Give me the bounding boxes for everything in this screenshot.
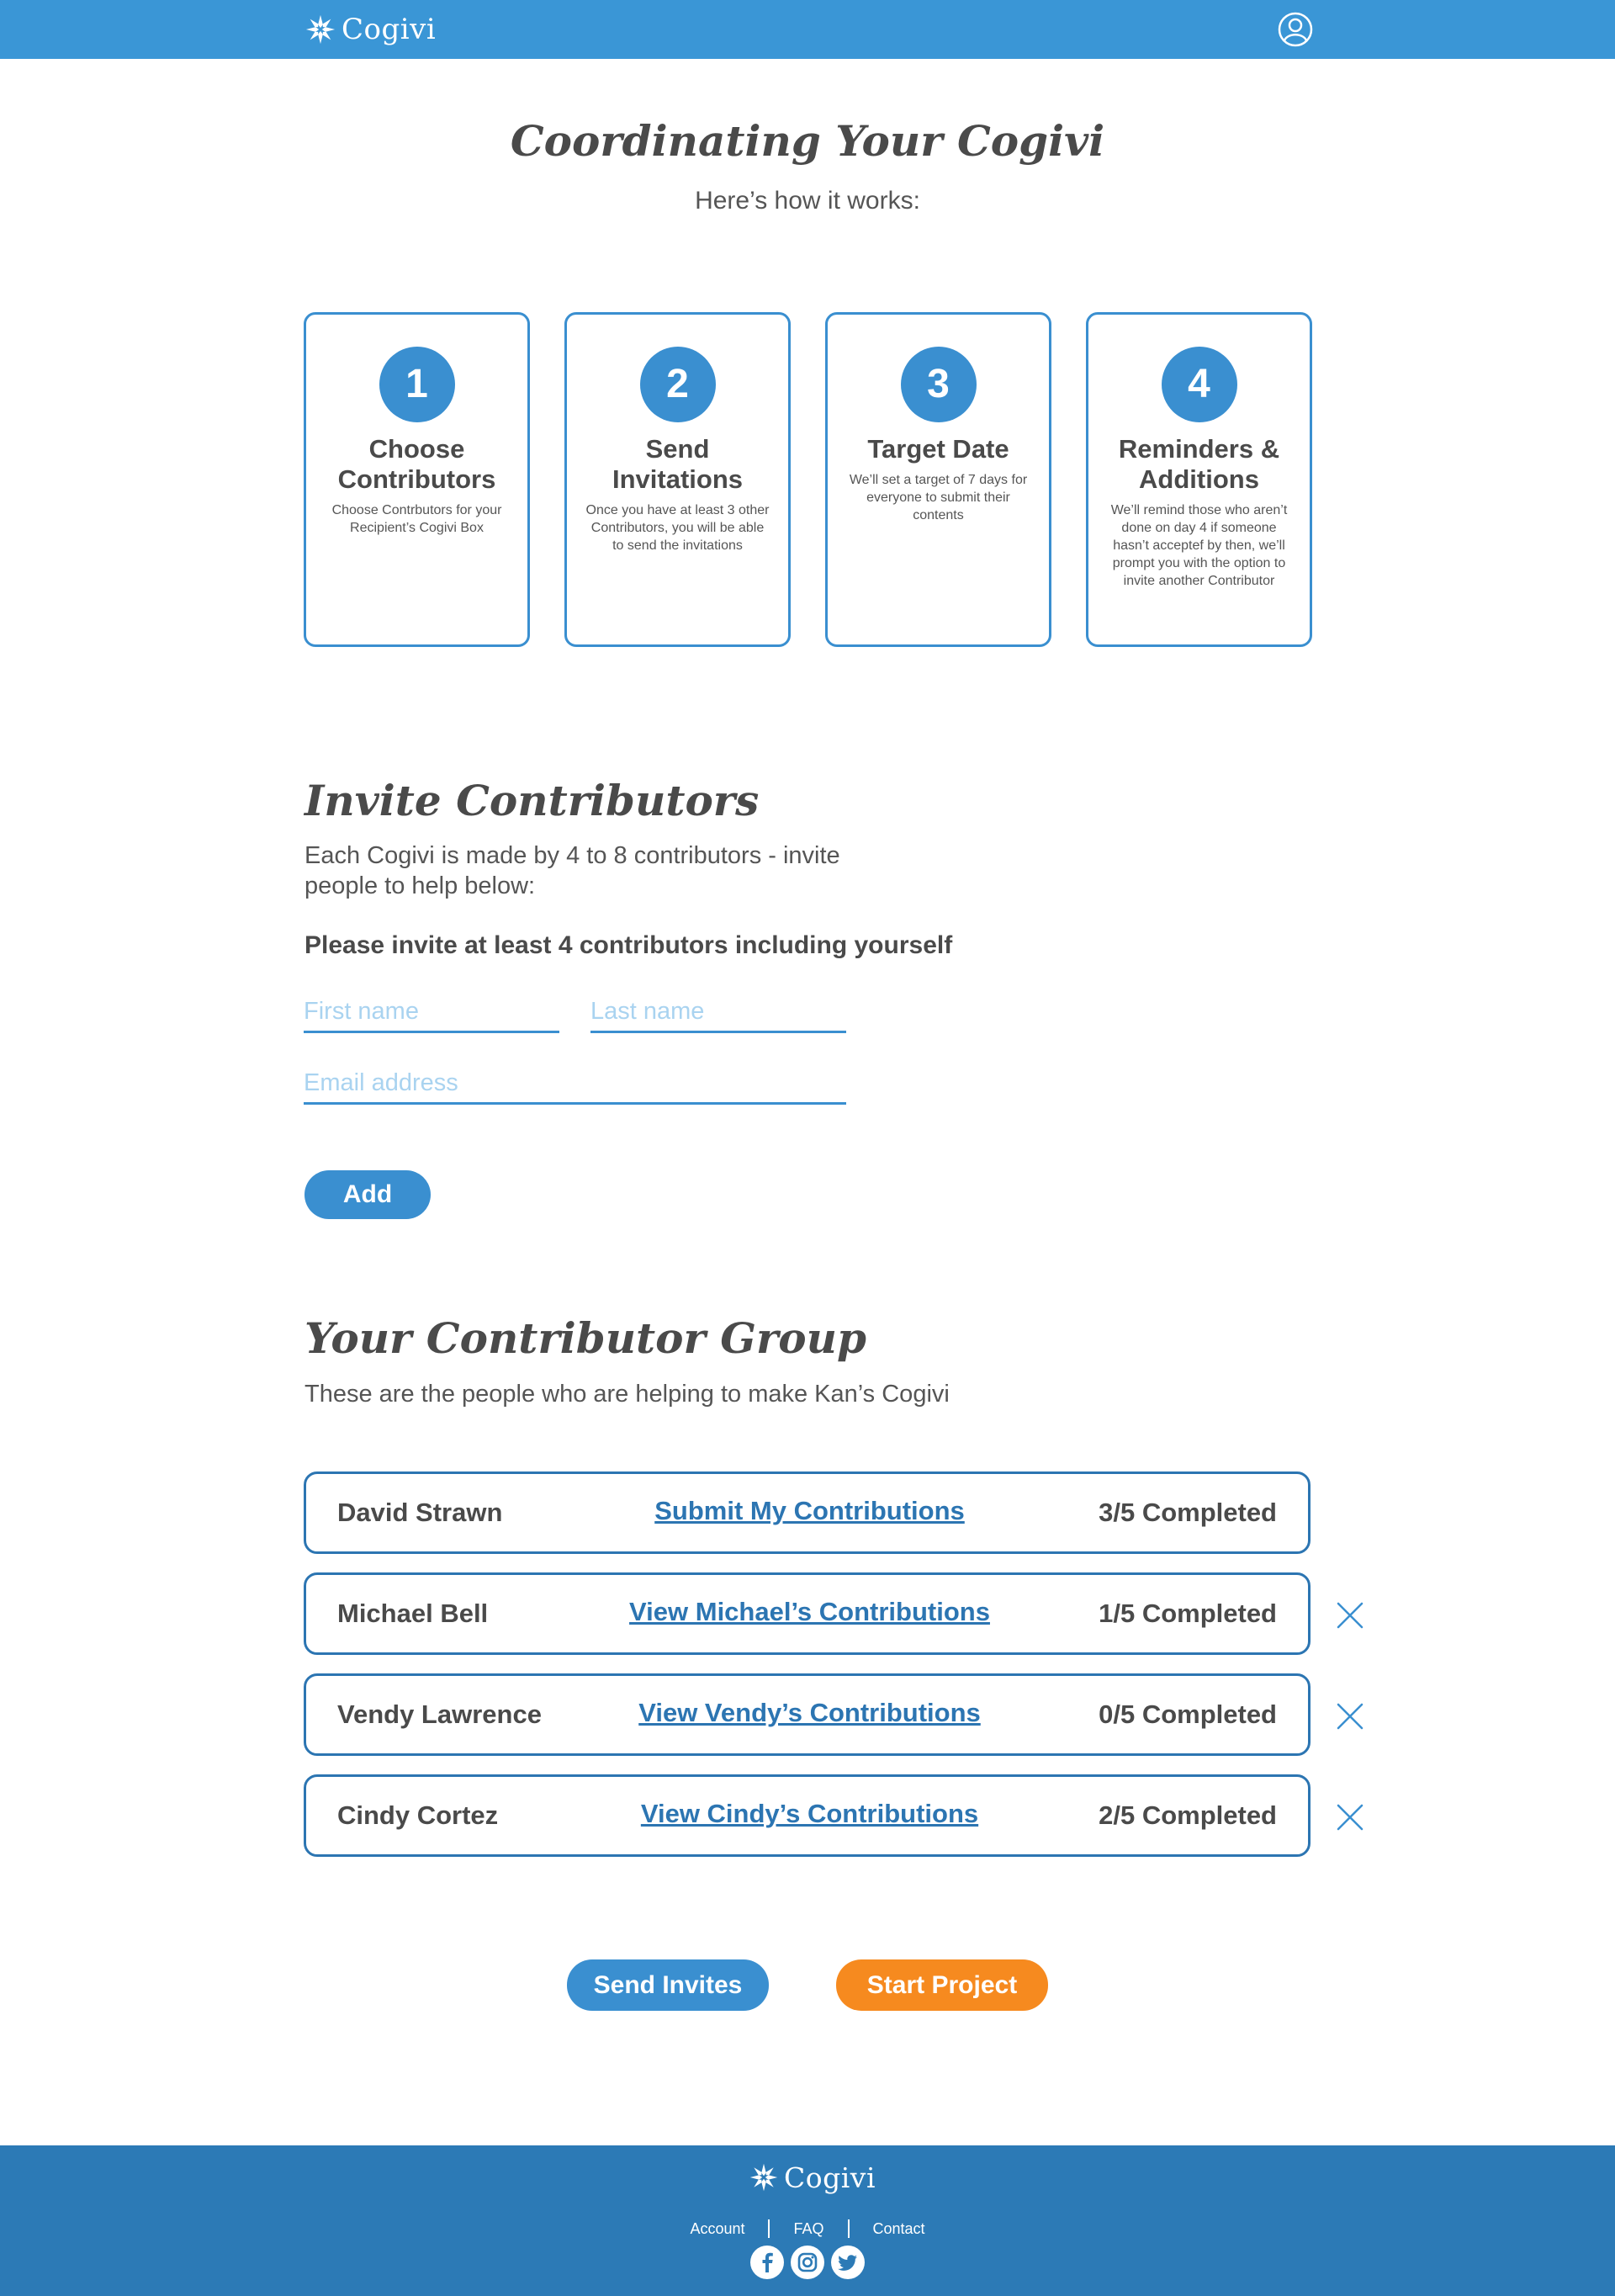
step-card-4: 4 Reminders & Additions We’ll remind tho… bbox=[1086, 312, 1312, 647]
invite-requirement-note: Please invite at least 4 contributors in… bbox=[304, 931, 953, 959]
step-number: 3 bbox=[900, 347, 977, 422]
contributor-name: Michael Bell bbox=[337, 1599, 489, 1628]
group-section-title: Your Contributor Group bbox=[304, 1313, 866, 1363]
page-subtitle: Here’s how it works: bbox=[695, 187, 920, 215]
email-input[interactable] bbox=[304, 1069, 846, 1105]
group-description: These are the people who are helping to … bbox=[304, 1381, 950, 1408]
step-number: 4 bbox=[1161, 347, 1237, 422]
submit-contributions-link[interactable]: Submit My Contributions bbox=[626, 1474, 993, 1548]
view-contributions-link[interactable]: View Michael’s Contributions bbox=[626, 1575, 993, 1649]
invite-section-title: Invite Contributors bbox=[304, 776, 760, 825]
divider bbox=[847, 2219, 850, 2238]
divider bbox=[768, 2219, 770, 2238]
contributor-row: Cindy Cortez View Cindy’s Contributions … bbox=[304, 1774, 1311, 1857]
step-description: Once you have at least 3 other Contribut… bbox=[585, 503, 770, 553]
last-name-input[interactable] bbox=[590, 998, 846, 1033]
contributor-row: Vendy Lawrence View Vendy’s Contribution… bbox=[304, 1673, 1311, 1756]
contributor-name: Cindy Cortez bbox=[337, 1800, 499, 1830]
footer-brand-name: Cogivi bbox=[784, 2161, 876, 2194]
step-card-3: 3 Target Date We’ll set a target of 7 da… bbox=[825, 312, 1051, 647]
step-description: We’ll set a target of 7 days for everyon… bbox=[849, 473, 1028, 522]
contributor-name: Vendy Lawrence bbox=[337, 1699, 542, 1729]
contributor-name: David Strawn bbox=[337, 1498, 503, 1527]
step-number: 2 bbox=[639, 347, 716, 422]
footer-link-faq[interactable]: FAQ bbox=[793, 2220, 823, 2238]
start-project-button[interactable]: Start Project bbox=[836, 1959, 1048, 2011]
facebook-icon[interactable] bbox=[750, 2246, 784, 2279]
brand-name: Cogivi bbox=[342, 13, 437, 46]
view-contributions-link[interactable]: View Cindy’s Contributions bbox=[626, 1777, 993, 1851]
step-number: 1 bbox=[379, 347, 455, 422]
step-title: Choose Contributors bbox=[337, 434, 496, 494]
step-title: Target Date bbox=[867, 434, 1009, 464]
view-contributions-link[interactable]: View Vendy’s Contributions bbox=[626, 1676, 993, 1750]
send-invites-button[interactable]: Send Invites bbox=[567, 1959, 769, 2011]
step-title: Reminders & Additions bbox=[1118, 434, 1280, 494]
close-icon[interactable] bbox=[1336, 1803, 1364, 1832]
twitter-icon[interactable] bbox=[831, 2246, 865, 2279]
footer-brand-logo[interactable]: Cogivi bbox=[749, 2159, 876, 2196]
step-description: Choose Contrbutors for your Recipient’s … bbox=[331, 503, 502, 535]
instagram-icon[interactable] bbox=[791, 2246, 824, 2279]
close-icon[interactable] bbox=[1336, 1601, 1364, 1630]
snowflake-logo-icon bbox=[305, 14, 336, 45]
step-title: Send Invitations bbox=[612, 434, 743, 494]
brand-logo[interactable]: Cogivi bbox=[304, 10, 436, 49]
add-contributor-button[interactable]: Add bbox=[304, 1170, 431, 1219]
completion-status: 0/5 Completed bbox=[1099, 1699, 1277, 1729]
invite-description: Each Cogivi is made by 4 to 8 contributo… bbox=[304, 842, 840, 899]
completion-status: 3/5 Completed bbox=[1099, 1498, 1277, 1527]
footer-nav: Account FAQ Contact bbox=[0, 2219, 1615, 2238]
footer-link-account[interactable]: Account bbox=[690, 2220, 744, 2238]
page-title: Coordinating Your Cogivi bbox=[510, 116, 1105, 166]
first-name-input[interactable] bbox=[304, 998, 559, 1033]
contributor-row: David Strawn Submit My Contributions 3/5… bbox=[304, 1471, 1311, 1554]
step-description: We’ll remind those who aren’t done on da… bbox=[1110, 503, 1288, 588]
step-card-1: 1 Choose Contributors Choose Contrbutors… bbox=[304, 312, 530, 647]
snowflake-logo-icon bbox=[749, 2163, 778, 2192]
completion-status: 2/5 Completed bbox=[1099, 1800, 1277, 1830]
footer-link-contact[interactable]: Contact bbox=[873, 2220, 925, 2238]
user-account-icon[interactable] bbox=[1278, 12, 1313, 47]
top-bar: Cogivi bbox=[0, 0, 1615, 59]
contributor-row: Michael Bell View Michael’s Contribution… bbox=[304, 1572, 1311, 1655]
social-links bbox=[0, 2246, 1615, 2279]
step-card-2: 2 Send Invitations Once you have at leas… bbox=[564, 312, 791, 647]
close-icon[interactable] bbox=[1336, 1702, 1364, 1731]
completion-status: 1/5 Completed bbox=[1099, 1599, 1277, 1628]
